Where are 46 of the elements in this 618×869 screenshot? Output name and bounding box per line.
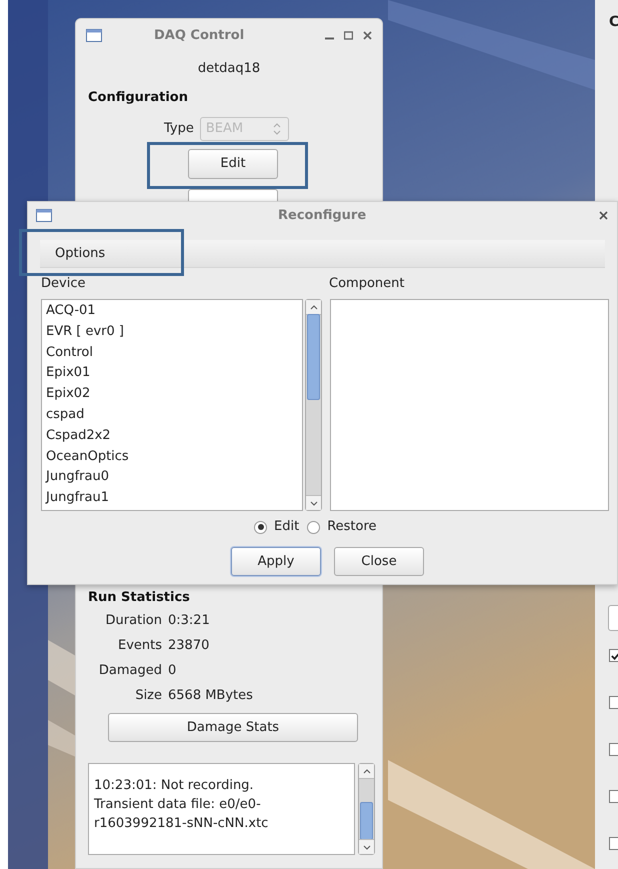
radio-label: Restore	[327, 518, 377, 536]
list-item[interactable]: ACQ-01	[46, 301, 302, 322]
dialog-button[interactable]: Close	[334, 547, 424, 576]
list-item[interactable]: cspad	[46, 404, 302, 426]
device-scrollbar[interactable]	[305, 299, 322, 511]
device-list[interactable]: ACQ-01 EVR [ evr0 ] Control Epix01 Epix02 cspad Cspad2x2 OceanOptics Jungfrau0 Jungfrau1	[41, 299, 303, 511]
list-item[interactable]: OceanOptics	[46, 446, 302, 468]
list-item[interactable]: Control	[46, 342, 302, 364]
list-item[interactable]: Epix01	[46, 363, 302, 384]
log-line: Transient data file: e0/e0-	[94, 796, 262, 814]
window-icon	[36, 208, 52, 222]
stat-value: 0	[168, 662, 178, 680]
stat-value: 6568 MBytes	[168, 687, 254, 705]
log-line: r1603992181-sNN-cNN.xtc	[94, 815, 270, 833]
list-item[interactable]: Jungfrau1	[46, 488, 302, 509]
close-icon[interactable]	[599, 210, 608, 220]
window-title: Reconfigure	[278, 207, 366, 225]
menu-item[interactable]: Options	[55, 244, 106, 264]
window-title: DAQ Control	[154, 27, 244, 45]
log-line: 10:23:01: Not recording.	[94, 777, 255, 795]
radio-button[interactable]	[254, 520, 267, 534]
stat-label: Duration	[106, 612, 162, 630]
list-item[interactable]: Jungfrau0	[46, 467, 302, 488]
stat-value: 0:3:21	[168, 612, 211, 630]
dialog-button[interactable]: Apply	[231, 547, 321, 576]
radio-button[interactable]	[307, 520, 320, 534]
list-item[interactable]: Epix02	[46, 384, 302, 405]
list-item[interactable]: Cspad2x2	[46, 426, 302, 447]
maximize-icon[interactable]	[344, 30, 353, 40]
damage-stats-button[interactable]: Damage Stats	[108, 713, 358, 742]
window-icon	[86, 28, 102, 42]
stat-value: 23870	[168, 637, 210, 655]
stat-label: Events	[118, 637, 162, 655]
stat-label: Size	[135, 687, 162, 705]
section-heading: Run Statistics	[88, 590, 191, 606]
edit-button[interactable]: Edit	[188, 149, 278, 179]
stat-label: Damaged	[98, 662, 162, 680]
list-item[interactable]: EVR [ evr0 ]	[46, 322, 302, 343]
column-heading: Device	[41, 276, 86, 292]
section-heading: Configuration	[88, 90, 189, 106]
field-label: Type	[164, 120, 194, 138]
column-heading: Component	[329, 276, 404, 292]
radio-label: Edit	[274, 518, 300, 536]
host-name: detdaq18	[198, 60, 260, 78]
log-scrollbar[interactable]	[358, 763, 375, 855]
close-icon[interactable]	[363, 30, 372, 40]
